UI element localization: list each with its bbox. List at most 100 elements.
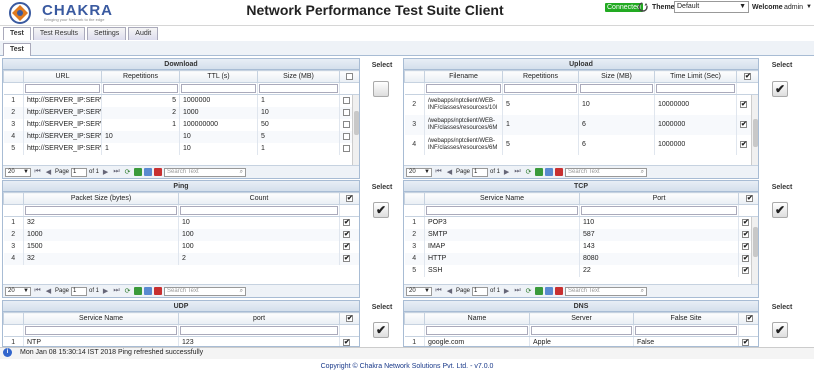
ping-select-toggle[interactable]: ✔ [373, 202, 389, 218]
row-checkbox[interactable] [740, 101, 747, 109]
download-repetitions-filter[interactable] [103, 84, 178, 93]
page-number-input[interactable]: 1 [71, 167, 88, 177]
theme-select[interactable]: Default ▼ [674, 1, 749, 13]
upload-select-all-checkbox[interactable] [736, 70, 758, 83]
prev-page-icon[interactable]: ◀ [445, 287, 454, 295]
row-checkbox[interactable] [742, 254, 749, 262]
download-select-all-checkbox[interactable] [339, 70, 359, 83]
table-row[interactable]: 2 SMTP 587 [404, 228, 758, 241]
first-page-icon[interactable]: ⏮ [434, 168, 443, 176]
row-checkbox[interactable] [343, 97, 350, 105]
row-checkbox[interactable] [343, 339, 350, 346]
export-excel-icon[interactable] [134, 287, 143, 295]
export-csv-icon[interactable] [144, 168, 153, 176]
udp-port-filter[interactable] [180, 326, 338, 335]
tcp-service-name-filter[interactable] [426, 206, 578, 215]
tcp-scrollbar[interactable] [751, 217, 758, 285]
download-size-filter[interactable] [259, 84, 338, 93]
udp-col-service-name[interactable]: Service Name [23, 312, 179, 325]
row-checkbox[interactable] [742, 230, 749, 238]
ping-count-filter[interactable] [180, 206, 338, 215]
prev-page-icon[interactable]: ◀ [445, 168, 454, 176]
dns-col-false-site[interactable]: False Site [633, 312, 739, 325]
udp-select-toggle[interactable]: ✔ [373, 322, 389, 338]
row-checkbox[interactable] [740, 140, 747, 148]
search-input[interactable]: Search Text ⌕ [565, 167, 648, 177]
next-page-icon[interactable]: ▶ [502, 168, 511, 176]
prev-page-icon[interactable]: ◀ [44, 168, 53, 176]
download-col-repetitions[interactable]: Repetitions [101, 70, 180, 83]
tcp-port-filter[interactable] [581, 206, 737, 215]
dns-false-site-filter[interactable] [635, 326, 737, 335]
upload-time-limit-filter[interactable] [656, 84, 735, 93]
download-ttl-filter[interactable] [181, 84, 256, 93]
subtab-test[interactable]: Test [3, 43, 31, 56]
dns-select-all-checkbox[interactable] [738, 312, 758, 325]
page-size-select[interactable]: 20 ▼ [5, 286, 31, 296]
table-row[interactable]: 4 32 2 [3, 252, 359, 265]
download-url-filter[interactable] [25, 84, 100, 93]
export-excel-icon[interactable] [134, 168, 143, 176]
user-menu-chevron-icon[interactable]: ▼ [806, 4, 812, 10]
udp-service-name-filter[interactable] [25, 326, 177, 335]
page-size-select[interactable]: 20 ▼ [5, 167, 31, 177]
first-page-icon[interactable]: ⏮ [33, 287, 42, 295]
udp-col-port[interactable]: port [178, 312, 340, 325]
page-number-input[interactable]: 1 [472, 167, 489, 177]
row-checkbox[interactable] [343, 132, 350, 140]
export-pdf-icon[interactable] [154, 287, 163, 295]
tcp-col-service-name[interactable]: Service Name [424, 192, 580, 205]
tab-settings[interactable]: Settings [87, 27, 127, 40]
export-pdf-icon[interactable] [555, 287, 564, 295]
export-csv-icon[interactable] [545, 287, 554, 295]
download-col-url[interactable]: URL [23, 70, 102, 83]
table-row[interactable]: 1 32 10 [3, 216, 359, 229]
download-select-toggle[interactable] [373, 81, 389, 97]
tcp-col-port[interactable]: Port [579, 192, 739, 205]
export-csv-icon[interactable] [545, 168, 554, 176]
refresh-icon[interactable]: ⟳ [123, 168, 132, 176]
ping-col-count[interactable]: Count [178, 192, 340, 205]
udp-select-all-checkbox[interactable] [339, 312, 359, 325]
tcp-select-all-checkbox[interactable] [738, 192, 758, 205]
row-checkbox[interactable] [343, 254, 350, 262]
upload-col-size[interactable]: Size (MB) [578, 70, 655, 83]
next-page-icon[interactable]: ▶ [101, 287, 110, 295]
upload-col-time-limit[interactable]: Time Limit (Sec) [654, 70, 737, 83]
table-row[interactable]: 2 1000 100 [3, 228, 359, 241]
prev-page-icon[interactable]: ◀ [44, 287, 53, 295]
export-excel-icon[interactable] [535, 168, 544, 176]
last-page-icon[interactable]: ⏭ [513, 168, 522, 176]
row-checkbox[interactable] [343, 219, 350, 227]
table-row[interactable]: 3 http://SERVER_IP:SERVE 1 100000000 50 [3, 118, 359, 131]
next-page-icon[interactable]: ▶ [502, 287, 511, 295]
last-page-icon[interactable]: ⏭ [112, 168, 121, 176]
tcp-select-toggle[interactable]: ✔ [772, 202, 788, 218]
user-menu-link[interactable]: admin [784, 4, 803, 11]
table-row[interactable]: 3/webapps/nptclient/WEB-INF/classes/reso… [404, 114, 758, 135]
first-page-icon[interactable]: ⏮ [434, 287, 443, 295]
export-pdf-icon[interactable] [555, 168, 564, 176]
ping-packet-size-filter[interactable] [25, 206, 177, 215]
download-col-size[interactable]: Size (MB) [257, 70, 340, 83]
upload-col-repetitions[interactable]: Repetitions [502, 70, 579, 83]
first-page-icon[interactable]: ⏮ [33, 168, 42, 176]
table-row[interactable]: 1 POP3 110 [404, 216, 758, 229]
upload-size-filter[interactable] [580, 84, 653, 93]
dns-server-filter[interactable] [531, 326, 632, 335]
table-row[interactable]: 3 1500 100 [3, 240, 359, 253]
refresh-icon[interactable]: ⟳ [123, 287, 132, 295]
table-row[interactable]: 5 http://SERVER_IP:SERVE 1 10 1 [3, 142, 359, 155]
row-checkbox[interactable] [742, 339, 749, 346]
dns-select-toggle[interactable]: ✔ [772, 322, 788, 338]
upload-scrollbar[interactable] [751, 95, 758, 165]
refresh-icon[interactable]: ⟳ [524, 168, 533, 176]
dns-col-name[interactable]: Name [424, 312, 530, 325]
search-input[interactable]: Search Text ⌕ [164, 286, 247, 296]
page-number-input[interactable]: 1 [71, 286, 88, 296]
search-input[interactable]: Search Text ⌕ [164, 167, 247, 177]
next-page-icon[interactable]: ▶ [101, 168, 110, 176]
table-row[interactable]: 1 http://SERVER_IP:SERVE 5 1000000 1 [3, 94, 359, 107]
row-checkbox[interactable] [740, 120, 747, 128]
export-csv-icon[interactable] [144, 287, 153, 295]
